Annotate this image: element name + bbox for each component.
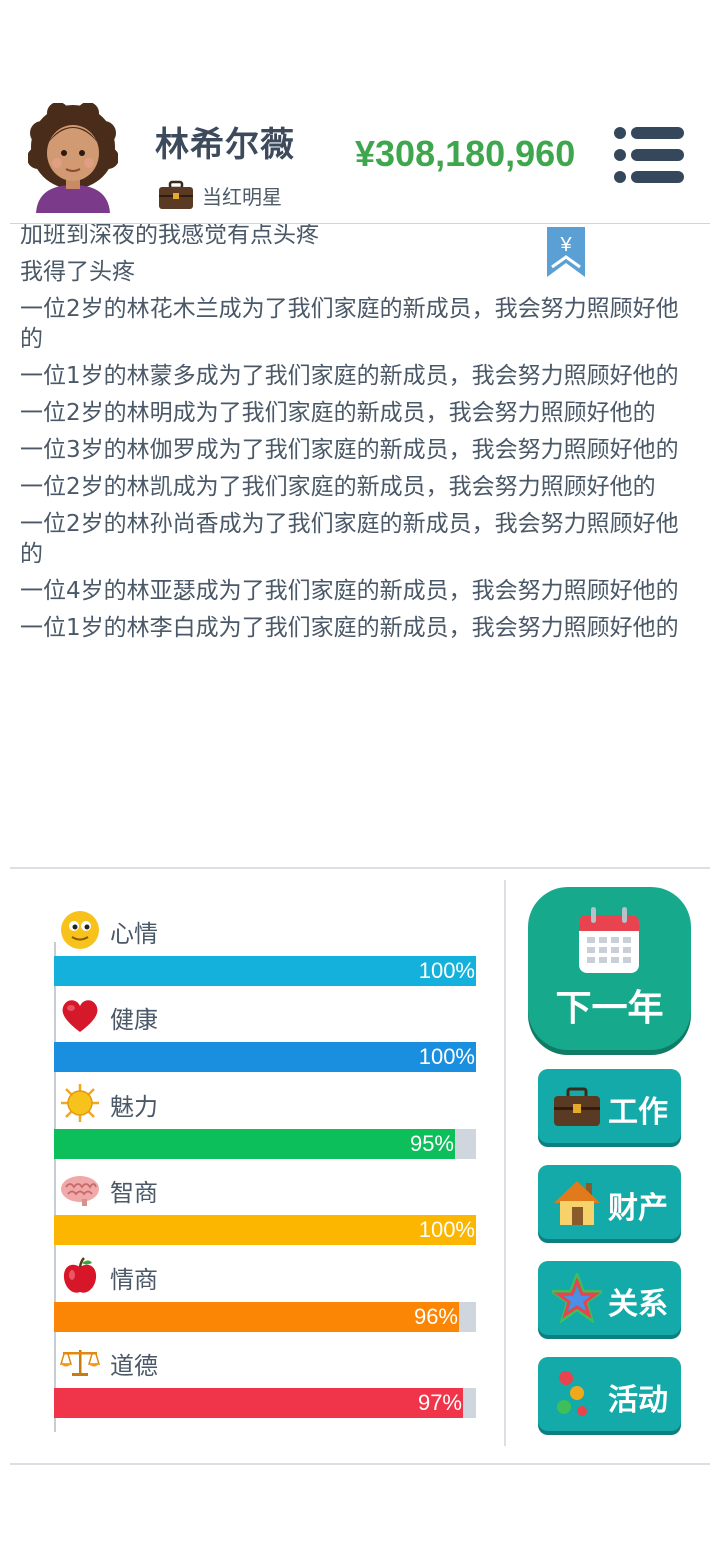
smiley-icon: [61, 911, 99, 949]
stat-label: 健康: [110, 1006, 158, 1034]
stat-value: 96%: [413, 1304, 458, 1329]
stat-value: 100%: [418, 1044, 475, 1069]
bookmark-symbol: ¥: [559, 234, 572, 256]
section-divider: [10, 867, 710, 869]
log-entry: 一位1岁的林李白成为了我们家庭的新成员，我会努力照顾好他的: [20, 615, 679, 641]
next-year-button[interactable]: 下一年: [528, 887, 691, 1050]
property-button[interactable]: 财产: [538, 1165, 681, 1239]
log-entry: 一位1岁的林蒙多成为了我们家庭的新成员，我会努力照顾好他的: [20, 363, 679, 389]
stat-bar-fill: [54, 1388, 463, 1418]
stat-bar-fill: [54, 1042, 476, 1072]
work-label: 工作: [608, 1095, 668, 1130]
calendar-icon: [579, 907, 639, 973]
player-header: 林希尔薇 当红明星 ¥308,180,960: [0, 95, 720, 223]
bookmark-icon[interactable]: ¥: [547, 227, 585, 277]
stat-charm: 魅力 95%: [54, 1083, 478, 1167]
stat-health: 健康 100%: [54, 996, 478, 1080]
log-entry: 一位2岁的林凯成为了我们家庭的新成员，我会努力照顾好他的: [20, 474, 656, 500]
stat-value: 97%: [417, 1390, 462, 1415]
star-icon: [552, 1273, 602, 1323]
menu-icon[interactable]: [614, 127, 684, 183]
briefcase-icon: [554, 1087, 600, 1126]
log-entry: 一位4岁的林亚瑟成为了我们家庭的新成员，我会努力照顾好他的: [20, 578, 679, 604]
stat-eq: 情商 96%: [54, 1256, 478, 1340]
log-entry: 一位2岁的林明成为了我们家庭的新成员，我会努力照顾好他的: [20, 400, 656, 426]
avatar[interactable]: [28, 103, 118, 213]
briefcase-icon: [159, 180, 193, 209]
stat-value: 95%: [409, 1131, 454, 1156]
stat-iq: 智商 100%: [54, 1169, 478, 1253]
job-badge: 当红明星: [158, 178, 282, 212]
next-year-label: 下一年: [555, 988, 664, 1029]
relations-button[interactable]: 关系: [538, 1261, 681, 1335]
stat-label: 心情: [110, 920, 158, 948]
stat-bar: 96%: [54, 1302, 476, 1332]
panel-divider: [504, 880, 506, 1446]
stat-label: 智商: [110, 1179, 158, 1207]
stat-bar: 100%: [54, 1215, 476, 1245]
stat-bar: 97%: [54, 1388, 476, 1418]
apple-icon: [63, 1257, 97, 1293]
stat-value: 100%: [418, 1217, 475, 1242]
relations-label: 关系: [608, 1287, 668, 1322]
stat-label: 魅力: [110, 1093, 158, 1121]
event-log[interactable]: 加班到深夜的我感觉有点头疼 我得了头疼 一位2岁的林花木兰成为了我们家庭的新成员…: [20, 224, 690, 834]
stat-bar-fill: [54, 956, 476, 986]
stat-bar: 95%: [54, 1129, 476, 1159]
sun-icon: [61, 1084, 99, 1122]
scale-icon: [60, 1350, 100, 1376]
stat-label: 道德: [110, 1352, 158, 1380]
player-name: 林希尔薇: [155, 125, 295, 165]
stat-bar: 100%: [54, 956, 476, 986]
log-entry: 加班到深夜的我感觉有点头疼: [20, 224, 319, 248]
log-entry: 我得了头疼: [20, 259, 135, 285]
brain-icon: [61, 1176, 99, 1206]
heart-icon: [62, 1000, 98, 1032]
stat-label: 情商: [110, 1266, 158, 1294]
money-balance: ¥308,180,960: [355, 133, 576, 174]
bottom-divider: [10, 1463, 710, 1465]
stat-bar: 100%: [54, 1042, 476, 1072]
stat-bar-fill: [54, 1129, 455, 1159]
stat-mood: 心情 100%: [54, 910, 478, 994]
log-entry: 一位2岁的林花木兰成为了我们家庭的新成员，我会努力照顾好他的: [20, 296, 679, 352]
property-label: 财产: [608, 1191, 668, 1226]
work-button[interactable]: 工作: [538, 1069, 681, 1143]
stat-bar-fill: [54, 1302, 459, 1332]
house-icon: [554, 1181, 600, 1225]
stat-morality: 道德 97%: [54, 1342, 478, 1426]
log-entry: 一位2岁的林孙尚香成为了我们家庭的新成员，我会努力照顾好他的: [20, 511, 679, 567]
activities-button[interactable]: 活动: [538, 1357, 681, 1431]
activities-label: 活动: [608, 1383, 668, 1418]
log-entry: 一位3岁的林伽罗成为了我们家庭的新成员，我会努力照顾好他的: [20, 437, 679, 463]
stat-value: 100%: [418, 958, 475, 983]
stat-bar-fill: [54, 1215, 476, 1245]
job-title: 当红明星: [202, 184, 282, 209]
activities-icon: [557, 1371, 587, 1416]
